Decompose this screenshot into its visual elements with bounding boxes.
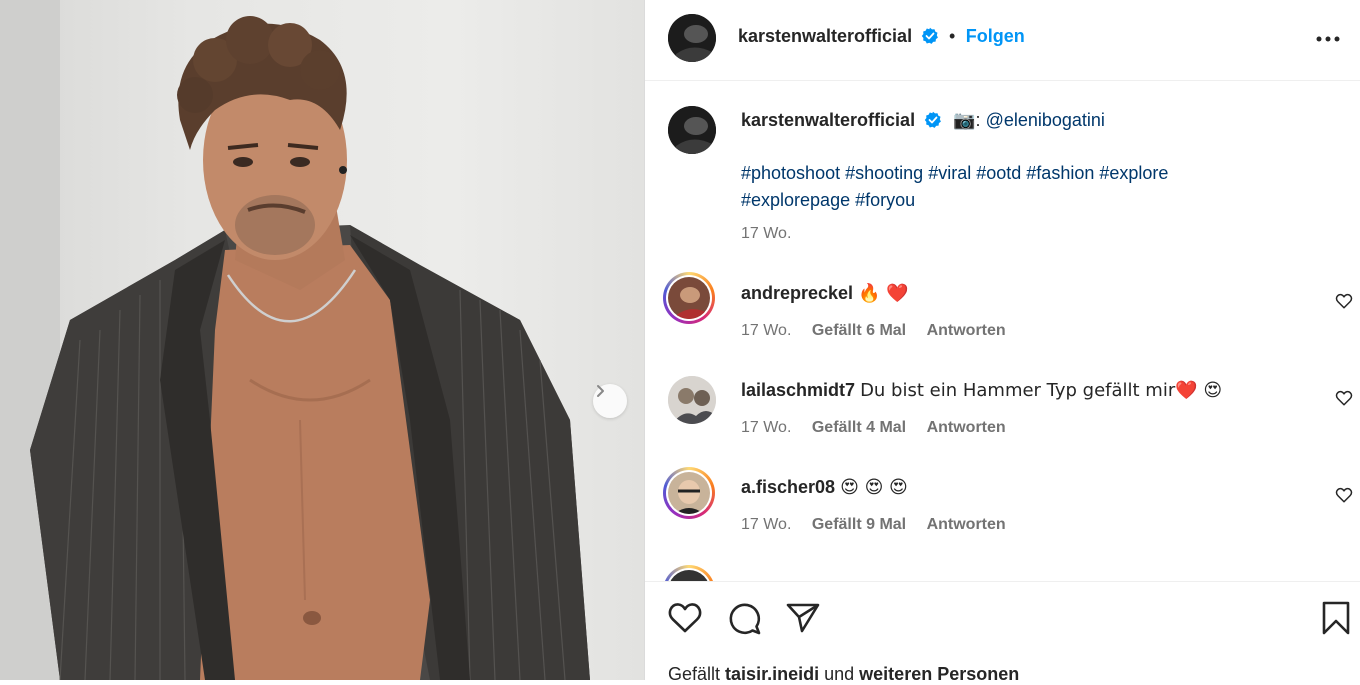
avatar-image: [668, 472, 710, 514]
comment-body: a.fischer08 😍 😍 😍: [741, 477, 908, 498]
caption-first-line: karstenwalterofficial 📷: @elenibogatini: [741, 107, 1105, 134]
liker-username[interactable]: taisir.ineidi: [725, 664, 819, 684]
likes-prefix: Gefällt: [668, 664, 721, 684]
comment-likes-count[interactable]: Gefällt 9 Mal: [812, 516, 906, 533]
comment-meta: 17 Wo. Gefällt 6 Mal Antworten: [741, 322, 1022, 340]
author-username[interactable]: karstenwalterofficial: [738, 26, 912, 46]
post-action-bar: Gefällt taisir.ineidi und weiteren Perso…: [645, 581, 1360, 684]
post-photo: [0, 0, 644, 680]
comment-likes-count[interactable]: Gefällt 6 Mal: [812, 322, 906, 339]
hashtag-link[interactable]: #viral: [928, 163, 971, 183]
avatar-image: [668, 376, 716, 424]
verified-badge-icon: [921, 27, 938, 44]
photo-illustration: [0, 0, 590, 680]
caption-author-avatar[interactable]: [668, 106, 716, 154]
hashtag-link[interactable]: #photoshoot: [741, 163, 840, 183]
camera-emoji: 📷: [953, 110, 976, 131]
hashtag-link[interactable]: #shooting: [845, 163, 923, 183]
avatar-image: [668, 106, 716, 154]
hashtag-link[interactable]: #explore: [1099, 163, 1168, 183]
comment-meta: 17 Wo. Gefällt 9 Mal Antworten: [741, 516, 1022, 534]
header-title: karstenwalterofficial • Folgen: [738, 26, 1025, 47]
caption-colon: :: [975, 110, 981, 130]
caption-hashtags: #photoshoot #shooting #viral #ootd #fash…: [741, 160, 1168, 214]
share-icon[interactable]: [785, 600, 821, 636]
caption-timestamp[interactable]: 17 Wo.: [741, 225, 791, 243]
post-header: karstenwalterofficial • Folgen: [645, 0, 1360, 81]
header-separator: •: [948, 26, 956, 46]
comment-icon[interactable]: [726, 600, 762, 636]
commenter-username[interactable]: a.fischer08: [741, 477, 835, 497]
post-details-panel: karstenwalterofficial • Folgen karstenwa…: [645, 0, 1360, 684]
more-options-icon[interactable]: [1313, 24, 1343, 54]
hashtag-link[interactable]: #ootd: [976, 163, 1021, 183]
comment-heart-icon[interactable]: [1335, 292, 1353, 310]
verified-badge-icon: [924, 111, 941, 128]
reply-button[interactable]: Antworten: [927, 322, 1006, 339]
comment-item: andrepreckel 🔥 ❤️ 17 Wo. Gefällt 6 Mal A…: [645, 272, 1360, 362]
hashtag-link[interactable]: #foryou: [855, 190, 915, 210]
reply-button[interactable]: Antworten: [927, 419, 1006, 436]
commenter-avatar[interactable]: [663, 272, 715, 324]
avatar-image: [668, 14, 716, 62]
caption-mention-link[interactable]: @elenibogatini: [986, 110, 1105, 130]
comment-item: a.fischer08 😍 😍 😍 17 Wo. Gefällt 9 Mal A…: [645, 467, 1360, 557]
comment-body: lailaschmidt7 Du bist ein Hammer Typ gef…: [741, 380, 1222, 401]
commenter-avatar[interactable]: [668, 376, 716, 424]
likes-summary: Gefällt taisir.ineidi und weiteren Perso…: [668, 664, 1019, 685]
commenter-username[interactable]: lailaschmidt7: [741, 380, 855, 400]
reply-button[interactable]: Antworten: [927, 516, 1006, 533]
comment-age[interactable]: 17 Wo.: [741, 516, 791, 533]
heart-icon[interactable]: [667, 600, 703, 636]
comment-text: Du bist ein Hammer Typ gefällt mir❤️ 😍: [860, 380, 1223, 401]
hashtag-link[interactable]: #explorepage: [741, 190, 850, 210]
comment-heart-icon[interactable]: [1335, 486, 1353, 504]
comment-age[interactable]: 17 Wo.: [741, 322, 791, 339]
follow-button[interactable]: Folgen: [966, 26, 1025, 46]
likes-others-link[interactable]: weiteren Personen: [859, 664, 1019, 684]
hashtag-link[interactable]: #fashion: [1026, 163, 1094, 183]
comment-heart-icon[interactable]: [1335, 389, 1353, 407]
comment-likes-count[interactable]: Gefällt 4 Mal: [812, 419, 906, 436]
author-avatar[interactable]: [668, 14, 716, 62]
comment-meta: 17 Wo. Gefällt 4 Mal Antworten: [741, 419, 1022, 437]
likes-and: und: [824, 664, 855, 684]
comment-age[interactable]: 17 Wo.: [741, 419, 791, 436]
bookmark-icon[interactable]: [1318, 600, 1354, 636]
next-photo-button[interactable]: [593, 384, 627, 418]
comment-body: andrepreckel 🔥 ❤️: [741, 283, 909, 304]
comment-item: lailaschmidt7 Du bist ein Hammer Typ gef…: [645, 375, 1360, 465]
caption-author-username[interactable]: karstenwalterofficial: [741, 110, 915, 130]
avatar-image: [668, 277, 710, 319]
commenter-username[interactable]: andrepreckel: [741, 283, 853, 303]
chevron-right-icon: [597, 385, 604, 397]
comment-text: 🔥 ❤️: [858, 283, 909, 304]
commenter-avatar[interactable]: [663, 467, 715, 519]
comment-text: 😍 😍 😍: [840, 477, 908, 498]
